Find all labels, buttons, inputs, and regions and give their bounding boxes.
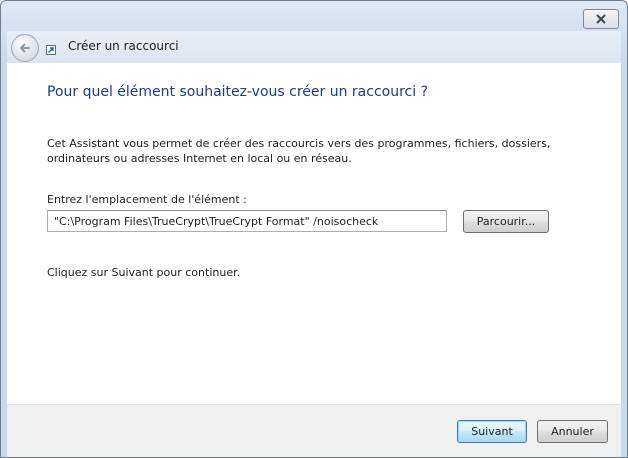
continue-hint: Cliquez sur Suivant pour continuer. — [47, 266, 241, 279]
location-input[interactable] — [47, 210, 447, 232]
location-label: Entrez l'emplacement de l'élément : — [47, 193, 247, 206]
wizard-footer: Suivant Annuler — [7, 404, 621, 457]
page-heading: Pour quel élément souhaitez-vous créer u… — [47, 84, 429, 100]
close-button[interactable] — [583, 9, 619, 29]
back-button[interactable] — [11, 34, 39, 62]
wizard-header: Créer un raccourci — [7, 31, 621, 63]
wizard-description: Cet Assistant vous permet de créer des r… — [47, 137, 551, 165]
cancel-button[interactable]: Annuler — [537, 420, 608, 443]
next-button[interactable]: Suivant — [457, 420, 527, 443]
back-arrow-icon — [20, 43, 30, 53]
shortcut-arrow-icon — [46, 45, 56, 55]
wizard-content: Pour quel élément souhaitez-vous créer u… — [7, 63, 621, 404]
wizard-window: Créer un raccourci Pour quel élément sou… — [0, 0, 628, 458]
browse-button[interactable]: Parcourir... — [463, 210, 549, 233]
close-icon — [596, 14, 606, 24]
window-title: Créer un raccourci — [68, 39, 179, 53]
